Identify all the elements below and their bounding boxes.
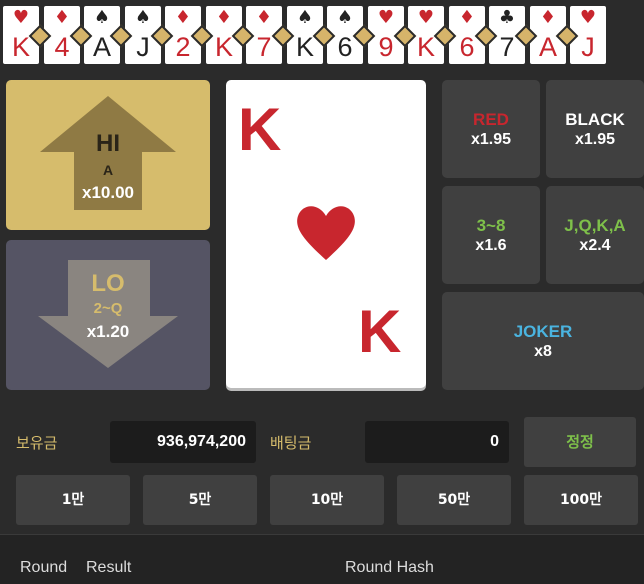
joker-label: JOKER [513,322,573,341]
card-history-strip: ♥ K ♦ 4 ♠ A ♠ J ♦ 2 ♦ K ♦ 7 ♠ K ♠ 6 ♥ 9 ♥ K ♦ 6 ♣ 7 ♦ A ♥ J [0,0,644,70]
history-card-suit: ♥ [417,7,435,28]
faces-bet-button[interactable]: J,Q,K,A x2.4 [546,186,644,284]
faces-odds: x2.4 [579,237,611,254]
history-card-suit: ♦ [458,7,476,28]
hi-range: A [102,162,114,178]
history-card-suit: ♥ [579,7,597,28]
history-card-suit: ♣ [498,7,516,28]
bet-amount-field[interactable]: 0 [365,421,509,463]
joker-bet-button[interactable]: JOKER x8 [442,292,644,390]
history-card-suit: ♦ [255,7,273,28]
chip-50man-button[interactable]: 50만 [397,475,511,525]
header-round-hash: Round Hash [345,559,434,576]
card-rank-bottom: K [358,298,402,365]
black-label: BLACK [565,110,625,129]
red-label: RED [473,110,509,129]
lo-bet-button[interactable]: LO 2~Q x1.20 [6,240,210,390]
balance-value: 936,974,200 [110,421,256,463]
header-result: Result [86,559,132,576]
reset-button[interactable]: 정정 [524,417,636,467]
black-odds: x1.95 [574,131,616,148]
chip-1man-button[interactable]: 1만 [16,475,130,525]
black-bet-button[interactable]: BLACK x1.95 [546,80,644,178]
history-card: ♥ K [3,6,52,64]
history-card-suit: ♥ [12,7,30,28]
header-round: Round [20,559,68,576]
chip-100man-button[interactable]: 100만 [524,475,638,525]
history-card-suit: ♥ [377,7,395,28]
history-card-suit: ♠ [336,7,354,28]
history-card-suit: ♠ [296,7,314,28]
red-odds: x1.95 [470,131,512,148]
results-table-header: Round Result Round Hash [0,534,644,584]
chip-10man-button[interactable]: 10만 [270,475,384,525]
lo-odds: x1.20 [86,322,130,341]
bet-amount-label: 배팅금 [270,434,312,452]
range-3-8-bet-button[interactable]: 3~8 x1.6 [442,186,540,284]
current-card: K K [226,80,426,388]
balance-label: 보유금 [16,434,58,452]
range-3-8-odds: x1.6 [475,237,507,254]
card-rank-top: K [238,96,282,163]
history-card-suit: ♠ [134,7,152,28]
lo-label: LO [91,270,125,297]
faces-label: J,Q,K,A [564,216,626,235]
range-3-8-label: 3~8 [476,216,506,235]
heart-icon [297,206,355,260]
history-card-suit: ♦ [174,7,192,28]
history-card-suit: ♦ [53,7,71,28]
history-card-suit: ♠ [93,7,111,28]
history-card-suit: ♦ [539,7,557,28]
red-bet-button[interactable]: RED x1.95 [442,80,540,178]
hi-bet-button[interactable]: HI A x10.00 [6,80,210,230]
hi-odds: x10.00 [82,183,134,202]
history-card-suit: ♦ [215,7,233,28]
joker-odds: x8 [534,343,552,360]
lo-range: 2~Q [93,300,123,317]
hi-label: HI [96,130,120,157]
betting-controls: 보유금 936,974,200 배팅금 0 정정 1만 5만 10만 50만 1… [0,402,644,534]
chip-5man-button[interactable]: 5만 [143,475,257,525]
